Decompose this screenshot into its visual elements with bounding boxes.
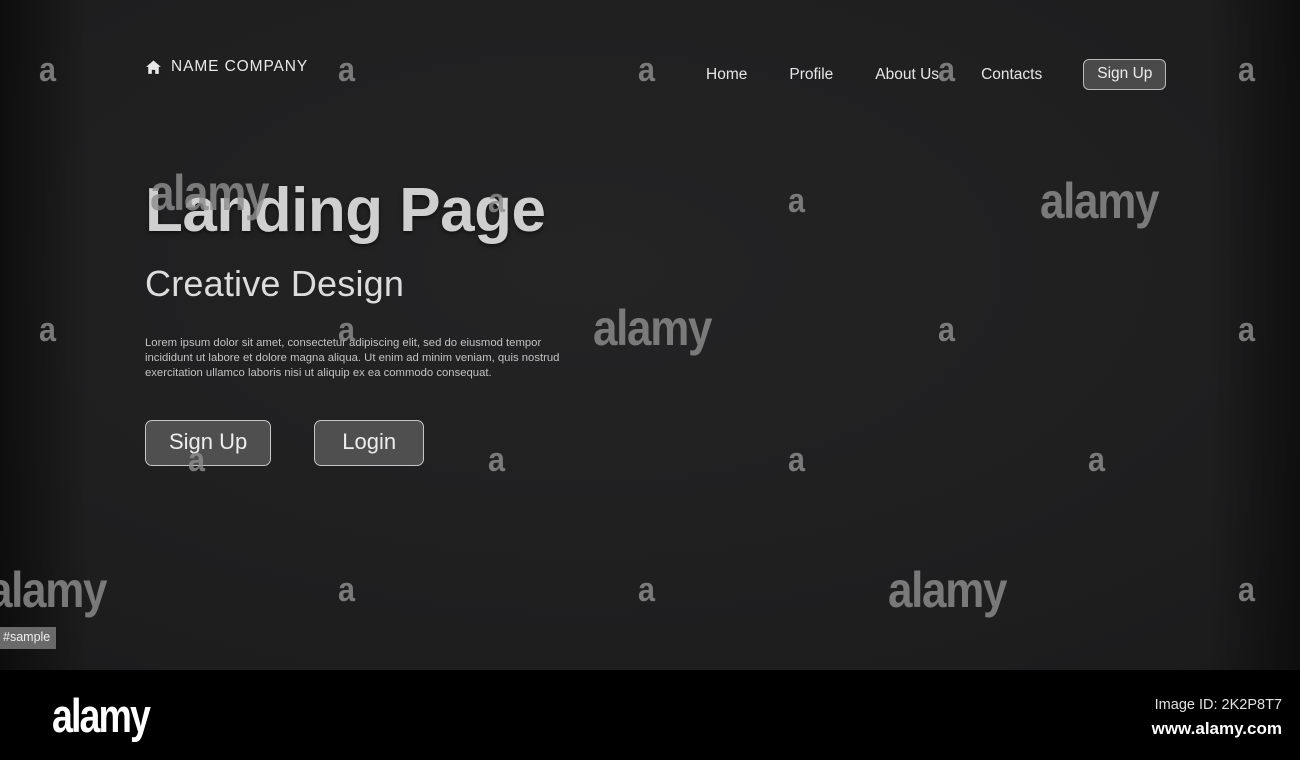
sample-tag: #sample [0,627,57,649]
nav-item-home[interactable]: Home [700,64,768,86]
hero-section: Landing Page Creative Design Lorem ipsum… [145,180,785,466]
brand-logo[interactable]: NAME COMPANY [145,58,308,76]
watermark-word: alamy [1040,173,1159,229]
top-navigation-bar: NAME COMPANY Home Profile About Us Conta… [0,0,1300,140]
nav-item-contacts[interactable]: Contacts [960,64,1063,86]
watermark-letter: a [638,571,656,609]
alamy-footer-bar: alamy Image ID: 2K2P8T7 www.alamy.com [0,670,1300,760]
hero-title: Landing Page [145,176,546,245]
nav-menu: Home Profile About Us Contacts Sign Up [700,59,1167,90]
hero-subtitle: Creative Design [145,263,405,304]
watermark-letter: a [938,311,956,349]
landing-page-artwork: NAME COMPANY Home Profile About Us Conta… [0,0,1300,670]
hero-paragraph: Lorem ipsum dolor sit amet, consectetur … [145,337,560,380]
nav-item-profile[interactable]: Profile [768,64,854,86]
alamy-url-label: www.alamy.com [1151,719,1282,738]
home-icon [145,59,162,76]
watermark-letter: a [1238,311,1256,349]
nav-item-about-us[interactable]: About Us [854,64,960,86]
hero-login-button[interactable]: Login [314,419,425,466]
hero-cta-row: Sign Up Login [145,419,785,466]
watermark-letter: a [39,311,57,349]
watermark-letter: a [1238,571,1256,609]
image-id-label: Image ID: 2K2P8T7 [1154,697,1282,713]
footer-meta: Image ID: 2K2P8T7 www.alamy.com [1152,695,1282,740]
watermark-letter: a [338,571,356,609]
hero-signup-button[interactable]: Sign Up [145,419,272,466]
alamy-logo: alamy [52,689,151,742]
watermark-word: alamy [0,562,107,618]
watermark-letter: a [788,182,806,220]
watermark-letter: a [1088,441,1106,479]
watermark-word: alamy [888,562,1007,618]
screenshot-stage: NAME COMPANY Home Profile About Us Conta… [0,0,1300,760]
watermark-letter: a [788,441,806,479]
brand-name: NAME COMPANY [171,58,309,75]
nav-signup-button[interactable]: Sign Up [1083,59,1167,90]
